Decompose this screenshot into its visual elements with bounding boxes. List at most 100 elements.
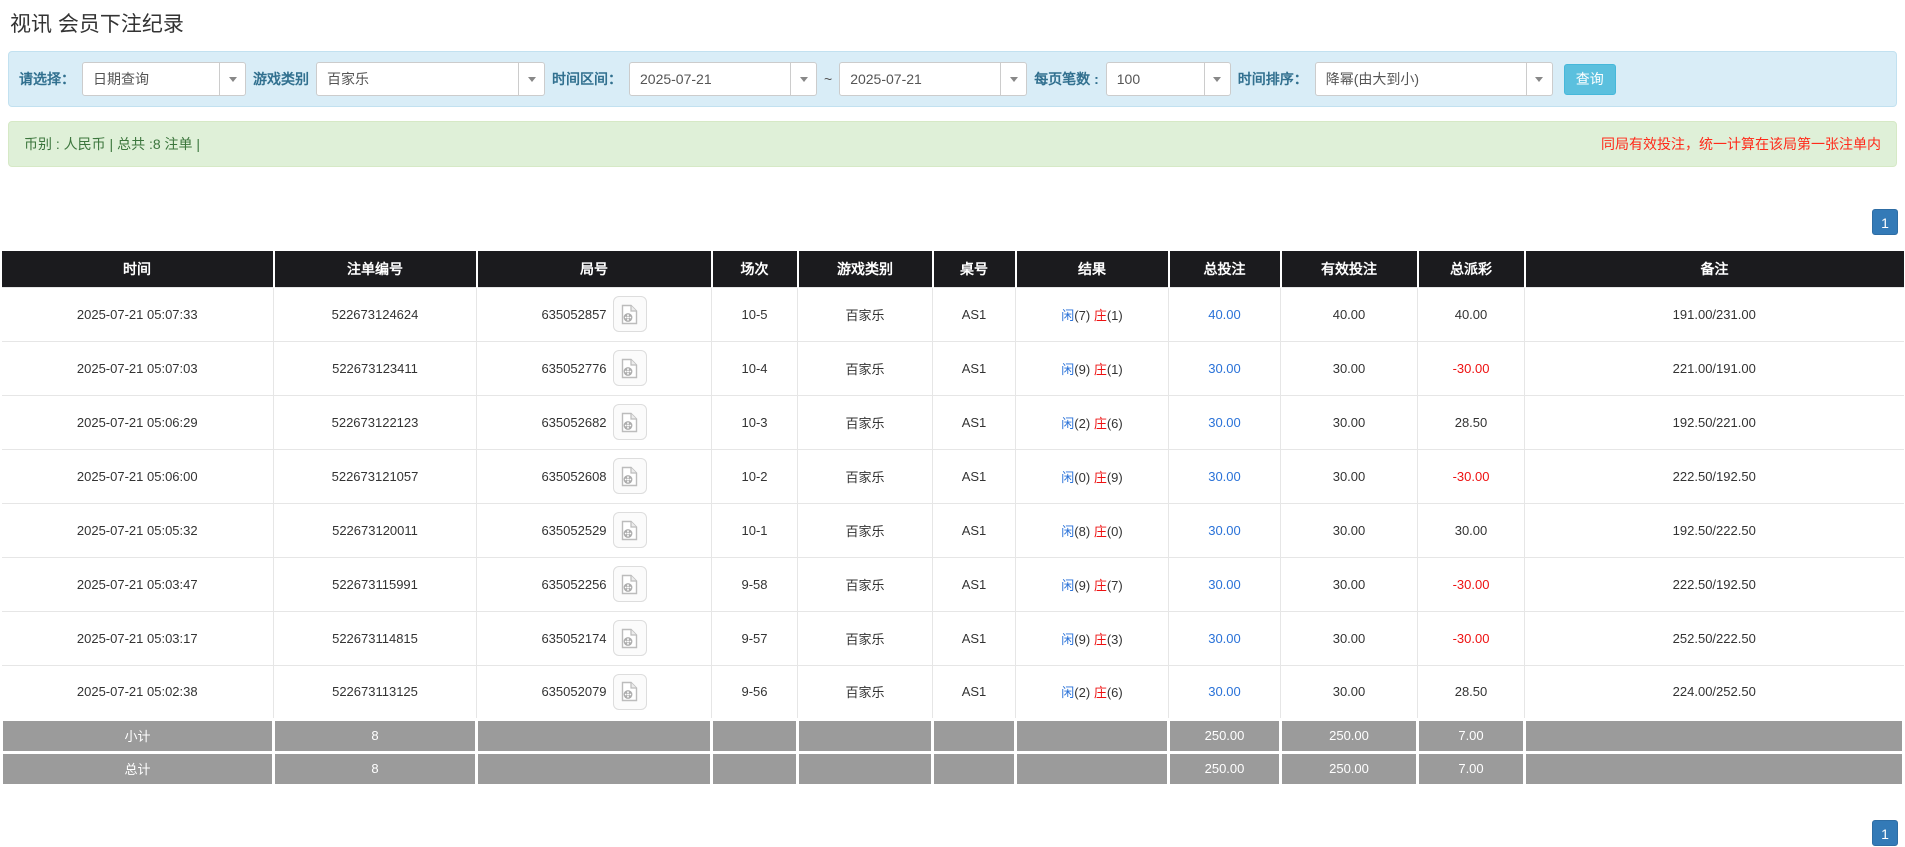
table-row: 2025-07-21 05:03:47 522673115991 6350522… <box>1 556 1904 612</box>
table-no-cell: AS1 <box>932 286 1016 342</box>
chevron-down-icon <box>228 76 237 82</box>
table-row: 2025-07-21 05:03:17 522673114815 6350521… <box>1 610 1904 666</box>
col-round-id: 局号 <box>475 251 712 287</box>
round-id-text: 635052857 <box>541 306 607 322</box>
session-cell: 10-3 <box>711 394 798 450</box>
grand-total-row: 总计 8 250.00 250.00 7.00 <box>0 750 1905 787</box>
total-bet-link[interactable]: 30.00 <box>1168 610 1281 666</box>
table-no-cell: AS1 <box>932 448 1016 504</box>
total-bet-link[interactable]: 30.00 <box>1168 502 1281 558</box>
empty-cell <box>475 717 713 754</box>
time-cell: 2025-07-21 05:06:29 <box>1 394 274 450</box>
video-file-icon <box>621 520 638 540</box>
player-label: 闲 <box>1061 307 1075 323</box>
date-from-select[interactable]: 2025-07-21 <box>629 62 817 96</box>
date-to-select[interactable]: 2025-07-21 <box>839 62 1028 96</box>
video-file-icon <box>621 358 638 378</box>
round-id-cell: 635052857 <box>476 286 712 342</box>
table-row: 2025-07-21 05:06:00 522673121057 6350526… <box>1 448 1904 504</box>
col-payout: 总派彩 <box>1416 251 1525 287</box>
valid-bet-cell: 40.00 <box>1280 286 1418 342</box>
video-replay-button[interactable] <box>612 404 647 440</box>
round-id-cell: 635052256 <box>476 556 712 612</box>
player-label: 闲 <box>1061 469 1075 485</box>
valid-bet-cell: 30.00 <box>1280 340 1418 396</box>
date-from-caret-zone[interactable] <box>790 63 816 95</box>
col-game-type: 游戏类别 <box>796 251 933 287</box>
video-replay-button[interactable] <box>612 620 647 656</box>
banker-label: 庄 <box>1093 577 1107 593</box>
page-size-select[interactable]: 100 <box>1105 62 1231 96</box>
table-no-cell: AS1 <box>932 556 1016 612</box>
remark-cell: 222.50/192.50 <box>1524 448 1904 504</box>
page-1-button[interactable]: 1 <box>1872 819 1898 846</box>
video-replay-button[interactable] <box>612 350 647 386</box>
round-id-cell: 635052174 <box>476 610 712 666</box>
table-row: 2025-07-21 05:05:32 522673120011 6350525… <box>1 502 1904 558</box>
query-type-select[interactable]: 日期查询 <box>82 62 246 96</box>
total-total-bet: 250.00 <box>1167 750 1282 787</box>
game-type-label: 游戏类别 <box>253 71 309 87</box>
page-title: 视讯 会员下注纪录 <box>10 13 184 36</box>
subtotal-total-bet: 250.00 <box>1167 717 1282 754</box>
banker-count: (7) <box>1106 577 1123 593</box>
remark-cell: 191.00/231.00 <box>1524 286 1904 342</box>
total-bet-link[interactable]: 30.00 <box>1168 340 1281 396</box>
notice-text: 同局有效投注，统一计算在该局第一张注单内 <box>1601 136 1881 152</box>
game-type-cell: 百家乐 <box>797 664 933 720</box>
time-cell: 2025-07-21 05:03:47 <box>1 556 274 612</box>
time-sort-label: 时间排序： <box>1237 71 1308 87</box>
round-id-text: 635052608 <box>541 468 607 484</box>
page-1-button[interactable]: 1 <box>1872 209 1898 235</box>
search-button[interactable]: 查询 <box>1563 63 1616 95</box>
total-bet-link[interactable]: 30.00 <box>1168 556 1281 612</box>
player-count: (8) <box>1074 523 1091 539</box>
time-sort-select[interactable]: 降幂(由大到小) <box>1314 62 1553 96</box>
player-count: (9) <box>1074 631 1091 647</box>
total-bet-link[interactable]: 40.00 <box>1168 286 1281 342</box>
result-cell: 闲(9) 庄(3) <box>1015 610 1169 666</box>
remark-cell: 221.00/191.00 <box>1524 340 1904 396</box>
chevron-down-icon <box>527 76 536 82</box>
time-sort-caret-zone[interactable] <box>1525 63 1552 95</box>
video-replay-button[interactable] <box>612 512 647 548</box>
video-replay-button[interactable] <box>612 566 647 602</box>
player-label: 闲 <box>1061 631 1075 647</box>
video-replay-button[interactable] <box>612 296 647 332</box>
page-size-caret-zone[interactable] <box>1203 63 1230 95</box>
player-label: 闲 <box>1061 577 1075 593</box>
result-cell: 闲(9) 庄(7) <box>1015 556 1169 612</box>
total-bet-link[interactable]: 30.00 <box>1168 394 1281 450</box>
session-cell: 10-1 <box>711 502 798 558</box>
round-id-cell: 635052682 <box>476 394 712 450</box>
total-bet-link[interactable]: 30.00 <box>1168 448 1281 504</box>
total-bet-link[interactable]: 30.00 <box>1168 664 1281 720</box>
game-type-select[interactable]: 百家乐 <box>316 62 545 96</box>
query-type-caret-zone[interactable] <box>219 63 245 95</box>
video-file-icon <box>621 466 638 486</box>
round-id-cell: 635052529 <box>476 502 712 558</box>
player-count: (2) <box>1074 415 1091 431</box>
session-cell: 10-4 <box>711 340 798 396</box>
payout-cell: 28.50 <box>1417 664 1525 720</box>
banker-count: (1) <box>1106 361 1123 377</box>
round-id-text: 635052256 <box>541 576 607 592</box>
video-replay-button[interactable] <box>612 458 647 494</box>
bet-id-cell: 522673124624 <box>273 286 477 342</box>
game-type-caret-zone[interactable] <box>518 63 544 95</box>
valid-bet-cell: 30.00 <box>1280 394 1418 450</box>
chevron-down-icon <box>1213 76 1222 82</box>
game-type-cell: 百家乐 <box>797 502 933 558</box>
payout-cell: -30.00 <box>1417 556 1525 612</box>
col-remark: 备注 <box>1523 251 1904 287</box>
banker-count: (6) <box>1106 415 1123 431</box>
player-count: (0) <box>1074 469 1091 485</box>
date-separator: ~ <box>824 71 833 87</box>
date-to-caret-zone[interactable] <box>1000 63 1026 95</box>
valid-bet-cell: 30.00 <box>1280 610 1418 666</box>
video-replay-button[interactable] <box>612 673 647 710</box>
pagination-bottom: 1 <box>0 819 1905 846</box>
round-id-text: 635052174 <box>541 630 607 646</box>
query-type-value: 日期查询 <box>93 71 149 87</box>
time-cell: 2025-07-21 05:07:33 <box>1 286 274 342</box>
